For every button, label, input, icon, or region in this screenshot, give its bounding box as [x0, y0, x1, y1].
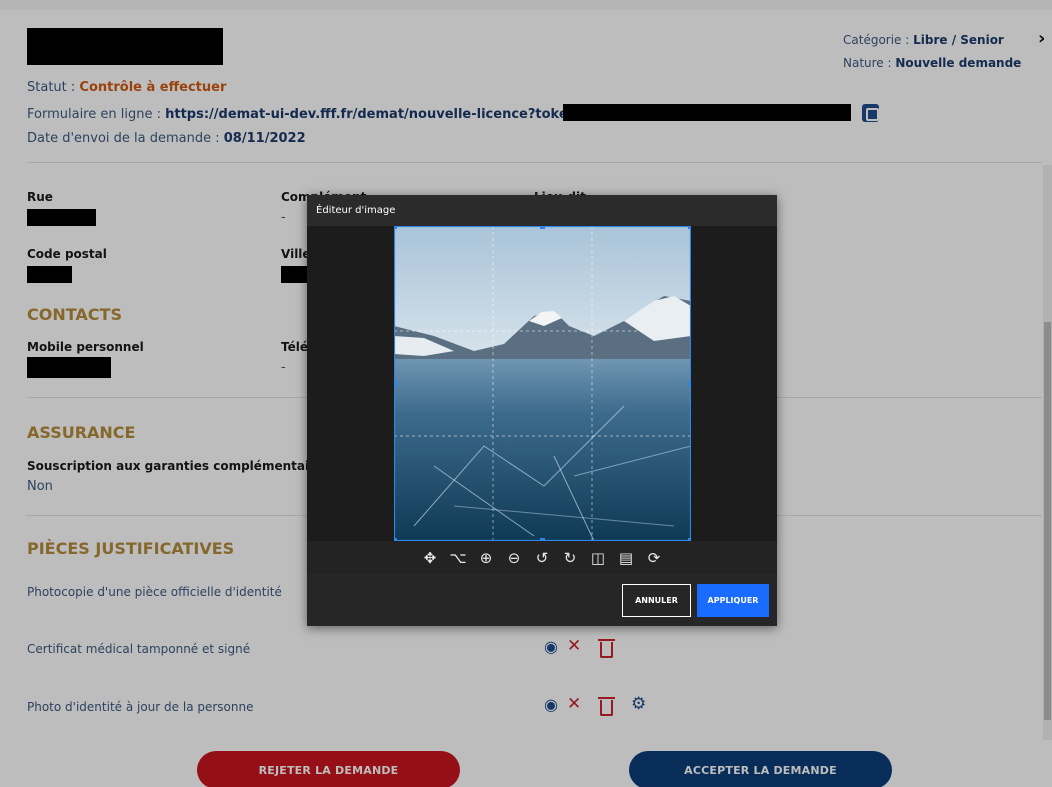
reset-icon[interactable]: ⟳ — [640, 549, 668, 567]
editor-footer: ANNULER APPLIQUER — [307, 574, 777, 626]
rotate-right-icon[interactable]: ↻ — [556, 549, 584, 567]
landscape-image — [394, 226, 691, 541]
crop-icon[interactable]: ⌥ — [444, 549, 472, 567]
rotate-left-icon[interactable]: ↺ — [528, 549, 556, 567]
editable-photo[interactable] — [394, 226, 691, 541]
flip-vertical-icon[interactable]: ▤ — [612, 549, 640, 567]
zoom-out-icon[interactable]: ⊖ — [500, 549, 528, 567]
cancel-button[interactable]: ANNULER — [622, 584, 691, 617]
editor-canvas — [307, 226, 777, 541]
editor-toolbar: ✥ ⌥ ⊕ ⊖ ↺ ↻ ◫ ▤ ⟳ — [307, 541, 777, 574]
zoom-in-icon[interactable]: ⊕ — [472, 549, 500, 567]
move-icon[interactable]: ✥ — [416, 549, 444, 567]
apply-button[interactable]: APPLIQUER — [697, 584, 769, 617]
editor-title: Éditeur d'image — [307, 195, 777, 226]
flip-horizontal-icon[interactable]: ◫ — [584, 549, 612, 567]
image-editor-modal: Éditeur d'image ✥ ⌥ ⊕ ⊖ ↺ ↻ ◫ ▤ ⟳ ANNULE… — [307, 195, 777, 626]
